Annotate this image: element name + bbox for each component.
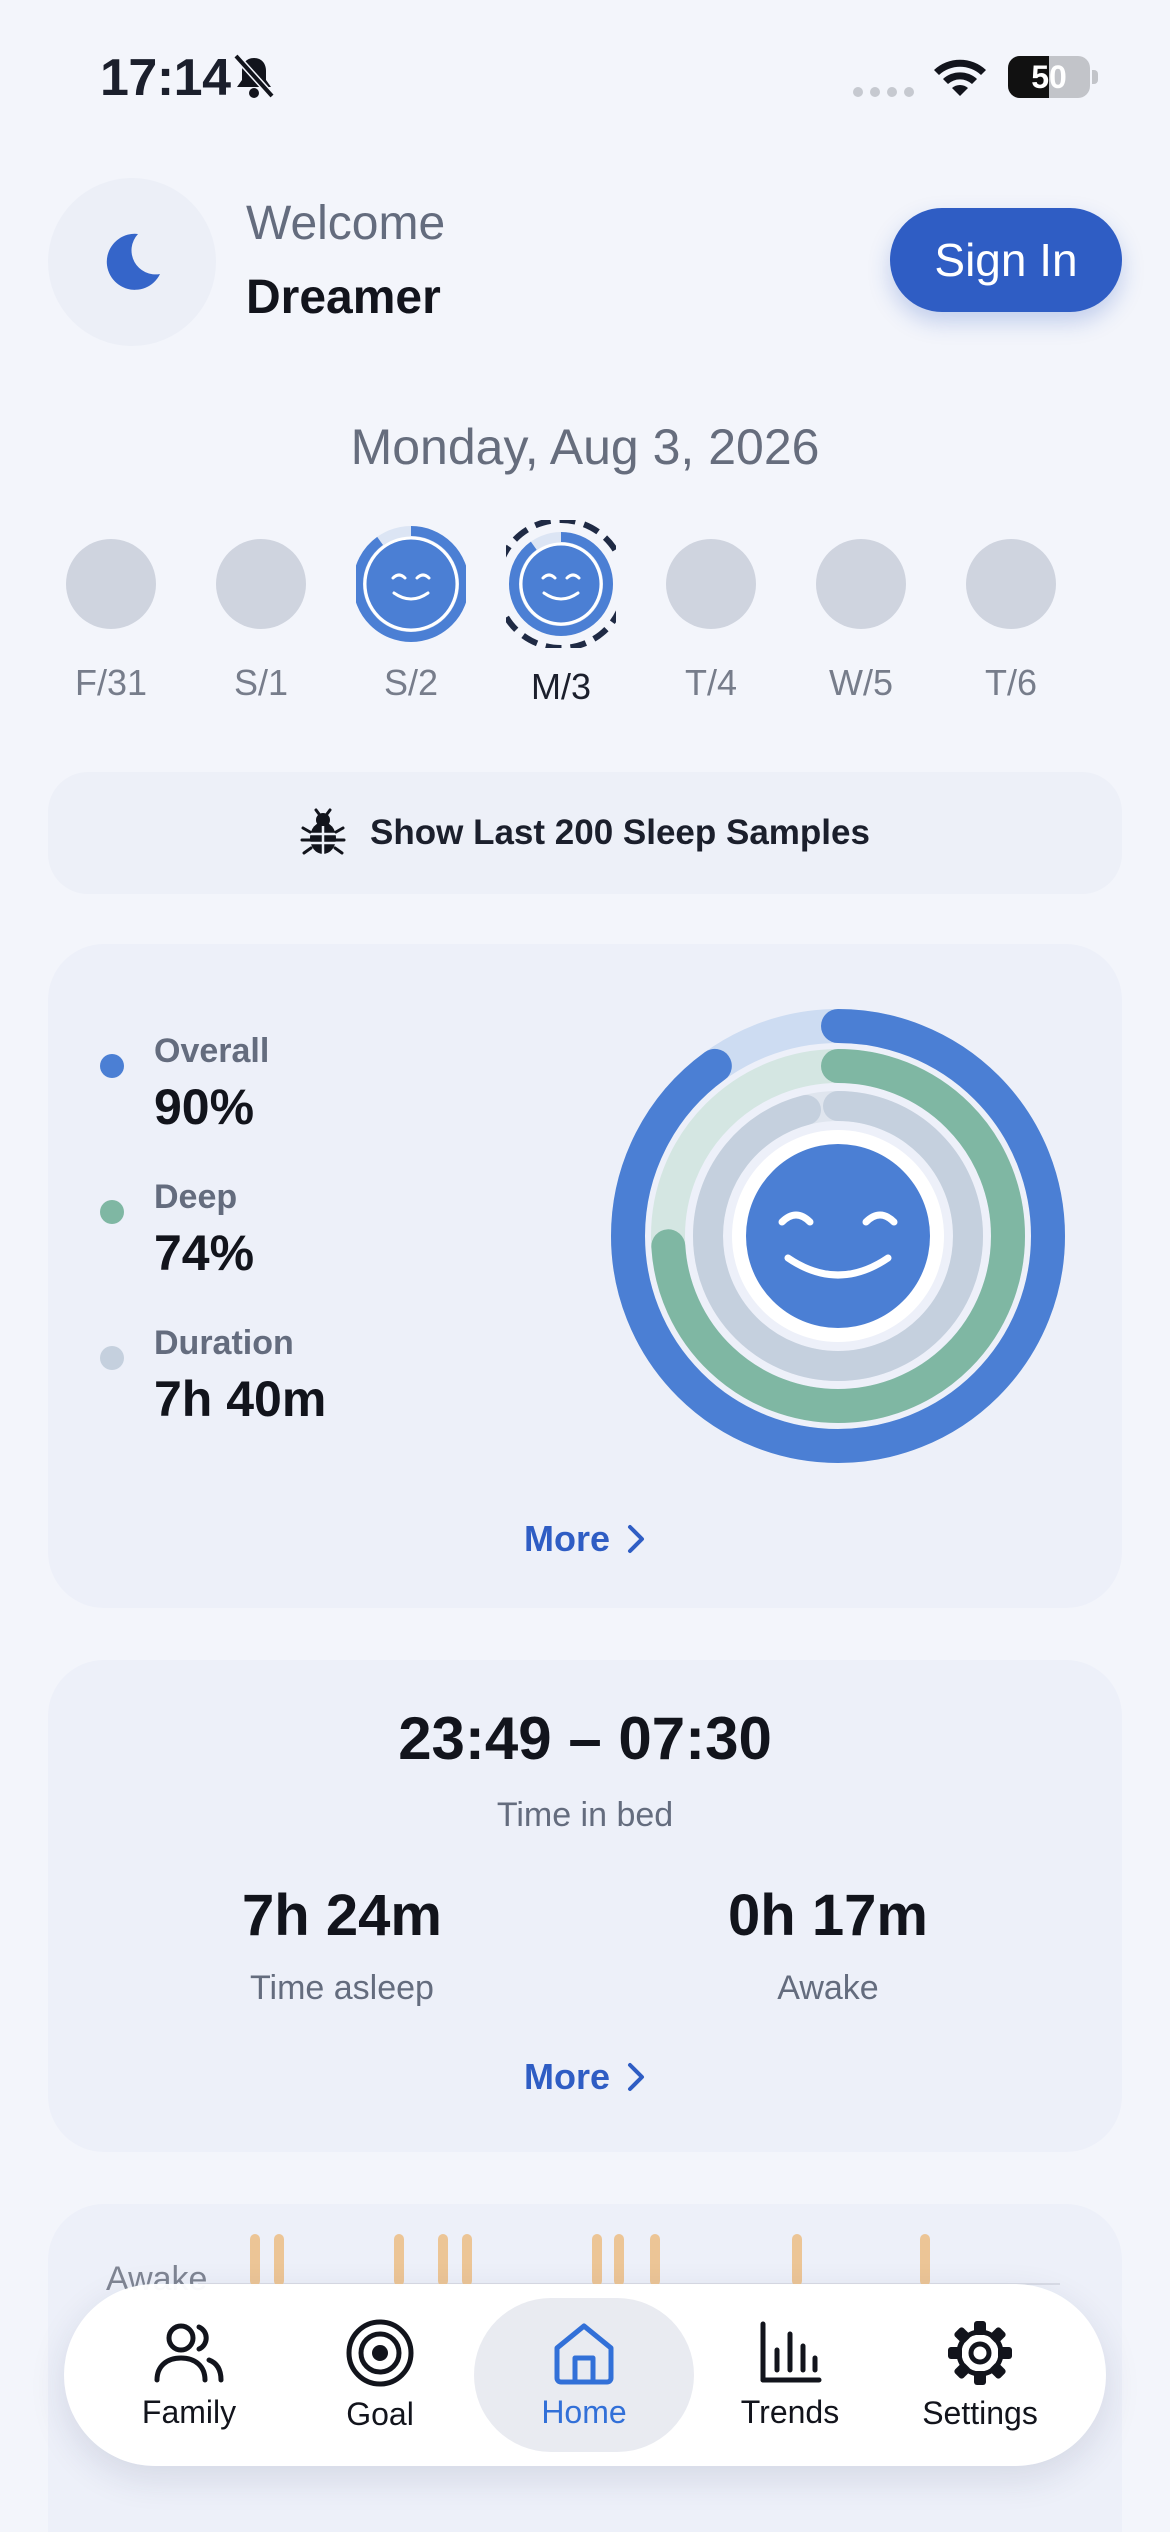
tab-goal[interactable]: Goal (310, 2284, 450, 2466)
tab-trends[interactable]: Trends (720, 2284, 860, 2466)
overall-dot (100, 1054, 124, 1078)
day-score-icon (356, 526, 466, 642)
day-score-icon (966, 539, 1056, 629)
day-label: T/6 (984, 662, 1037, 703)
avatar (48, 178, 216, 346)
signal-dots-icon (853, 87, 914, 97)
sleep-score-card: Overall 90% Deep 74% Duration 7h 40m Mor… (48, 944, 1122, 1608)
people-icon (154, 2323, 224, 2382)
battery-cap (1092, 70, 1098, 84)
tab-family[interactable]: Family (114, 2284, 264, 2466)
day-label: M/3 (530, 666, 591, 707)
day-label: S/1 (233, 662, 289, 703)
metric-deep-value: 74% (154, 1225, 255, 1281)
day-7[interactable]: T/6 (936, 520, 1086, 710)
metric-duration-value: 7h 40m (154, 1371, 327, 1427)
awake-value: 0h 17m (728, 1883, 928, 1948)
day-label: W/5 (828, 662, 893, 703)
awake-label: Awake (777, 1969, 879, 2007)
score-more-button[interactable]: More (48, 1518, 1122, 1560)
time-in-bed-label: Time in bed (496, 1796, 674, 1834)
metric-overall-label: Overall (154, 1032, 270, 1070)
tab-settings[interactable]: Settings (900, 2284, 1060, 2466)
metric-overall-value: 90% (154, 1079, 255, 1135)
tab-goal-label: Goal (346, 2395, 414, 2432)
sign-in-button[interactable]: Sign In (890, 208, 1122, 312)
day-6[interactable]: W/5 (786, 520, 936, 710)
tab-home-label: Home (541, 2393, 627, 2430)
day-score-icon (66, 539, 156, 629)
tab-settings-label: Settings (922, 2394, 1038, 2431)
time-in-bed-range: 23:49 – 07:30 (398, 1705, 772, 1772)
time-asleep-label: Time asleep (250, 1969, 434, 2007)
home-icon (554, 2323, 614, 2384)
moon-icon (106, 233, 160, 290)
duration-dot (100, 1346, 124, 1370)
time-asleep-value: 7h 24m (242, 1883, 442, 1948)
day-score-icon (506, 520, 616, 648)
gear-icon (948, 2320, 1012, 2385)
metric-duration-label: Duration (154, 1324, 294, 1362)
smiley-face (746, 1144, 930, 1328)
show-sleep-samples-button[interactable]: Show Last 200 Sleep Samples (48, 772, 1122, 894)
day-score-icon (816, 539, 906, 629)
awake-stat: 0h 17m Awake (628, 1882, 1028, 2008)
wifi-icon (934, 59, 986, 96)
tab-trends-label: Trends (740, 2393, 840, 2430)
sleep-score-rings[interactable] (602, 1000, 1074, 1472)
bell-muted-icon (233, 53, 275, 99)
tab-home[interactable]: Home (474, 2284, 694, 2466)
day-score-icon (216, 539, 306, 629)
day-2[interactable]: S/1 (186, 520, 336, 710)
target-icon (346, 2319, 414, 2386)
time-in-bed-card: 23:49 – 07:30 Time in bed 7h 24m Time as… (48, 1660, 1122, 2152)
welcome-text: Welcome (246, 197, 446, 250)
battery-indicator: 50 (1008, 56, 1090, 98)
day-label: F/31 (74, 662, 148, 703)
status-bar: 17:14 50 (0, 0, 1170, 150)
show-sleep-samples-label: Show Last 200 Sleep Samples (370, 813, 870, 852)
chevron-right-icon (628, 1525, 644, 1553)
metric-deep-label: Deep (154, 1178, 238, 1216)
status-time: 17:14 (100, 49, 231, 107)
day-4[interactable]: M/3 (486, 520, 636, 710)
bed-more-button[interactable]: More (48, 2056, 1122, 2098)
day-5[interactable]: T/4 (636, 520, 786, 710)
day-label: S/2 (383, 662, 439, 703)
time-asleep-stat: 7h 24m Time asleep (142, 1882, 542, 2008)
tab-family-label: Family (141, 2393, 237, 2430)
battery-level: 50 (1031, 59, 1067, 95)
bar-chart-icon (760, 2321, 822, 2382)
bed-more-label: More (523, 2056, 610, 2097)
deep-dot (100, 1200, 124, 1224)
bug-icon (300, 808, 346, 855)
bottom-tab-bar: Family Goal Home Trends Settings (64, 2284, 1106, 2466)
day-1[interactable]: F/31 (36, 520, 186, 710)
score-more-label: More (523, 1518, 610, 1559)
day-label: T/4 (684, 662, 737, 703)
chevron-right-icon (628, 2063, 644, 2091)
user-name: Dreamer (246, 271, 441, 324)
day-score-icon (666, 539, 756, 629)
selected-date: Monday, Aug 3, 2026 (350, 419, 820, 475)
day-3[interactable]: S/2 (336, 520, 486, 710)
